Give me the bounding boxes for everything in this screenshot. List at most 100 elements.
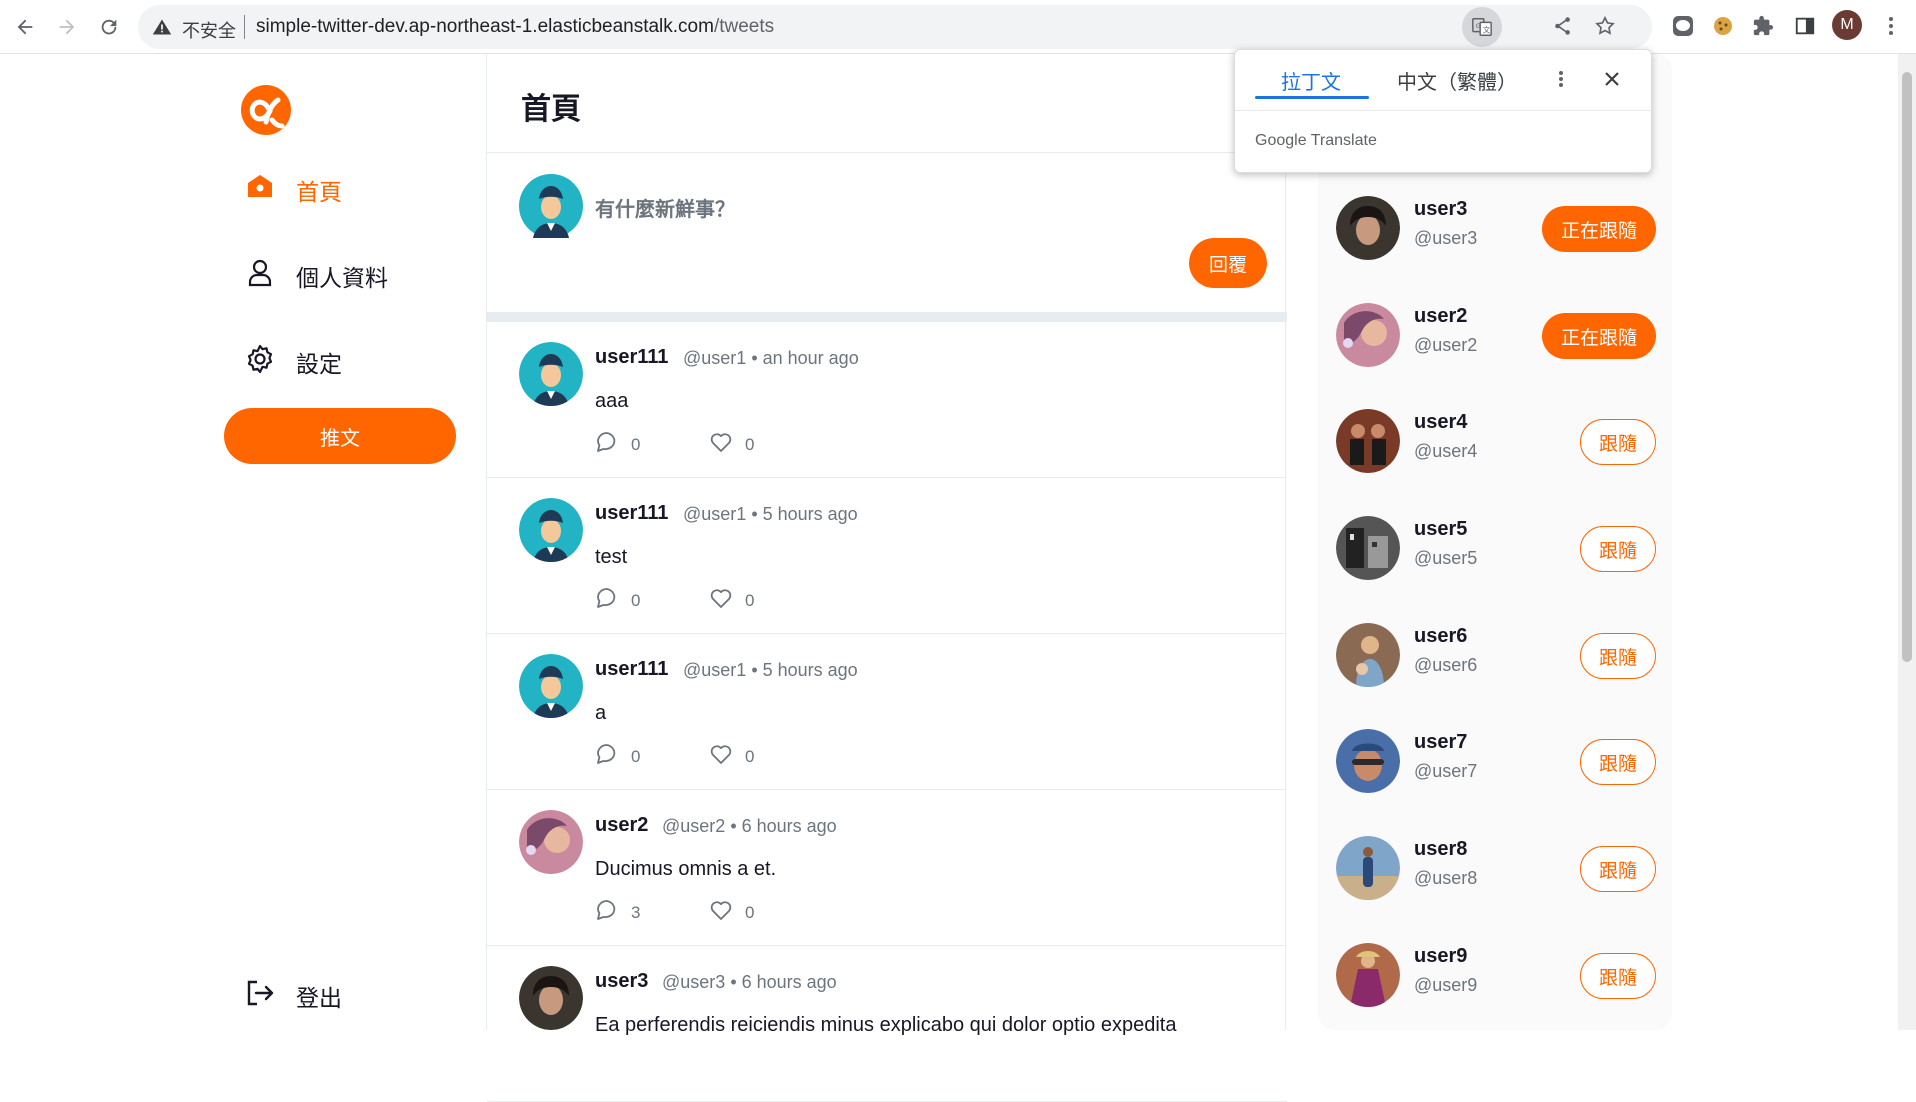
- recommend-user[interactable]: user7 @user7 跟隨: [1336, 721, 1656, 801]
- extensions-icon[interactable]: [1748, 11, 1778, 41]
- reply-count: 0: [631, 746, 641, 766]
- tweet-author-name[interactable]: user111: [595, 346, 668, 369]
- tweet-button[interactable]: 推文: [224, 408, 456, 464]
- user-name[interactable]: user7: [1414, 731, 1467, 754]
- tweet-item[interactable]: user2 @user2 • 6 hours ago Ducimus omnis…: [487, 790, 1287, 946]
- user-name[interactable]: user4: [1414, 411, 1467, 434]
- tweet-meta: @user3 • 6 hours ago: [662, 972, 837, 992]
- avatar[interactable]: [1336, 836, 1400, 900]
- like-action[interactable]: 0: [709, 898, 754, 927]
- reply-action[interactable]: 0: [595, 586, 640, 615]
- follow-button[interactable]: 跟隨: [1580, 953, 1656, 999]
- recommend-user[interactable]: user2 @user2 正在跟隨: [1336, 295, 1656, 375]
- profile-avatar[interactable]: M: [1832, 10, 1862, 40]
- close-icon[interactable]: [1597, 64, 1627, 94]
- tweet-author-name[interactable]: user3: [595, 970, 648, 993]
- tweet-time: 5 hours ago: [762, 504, 858, 524]
- logout-button[interactable]: 登出: [244, 976, 342, 1016]
- recommend-panel: user3 @user3 正在跟隨 user2 @user2 正在跟隨 user…: [1318, 54, 1672, 1030]
- like-action[interactable]: 0: [709, 430, 754, 459]
- avatar[interactable]: [1336, 516, 1400, 580]
- following-button[interactable]: 正在跟隨: [1542, 313, 1656, 359]
- recommend-user[interactable]: user5 @user5 跟隨: [1336, 508, 1656, 588]
- star-icon[interactable]: [1594, 15, 1618, 39]
- divider: [1235, 110, 1651, 111]
- tab-latin[interactable]: 拉丁文: [1281, 66, 1341, 95]
- forward-icon[interactable]: [50, 10, 84, 44]
- like-action[interactable]: 0: [709, 742, 754, 771]
- avatar[interactable]: [1336, 623, 1400, 687]
- user-name[interactable]: user9: [1414, 945, 1467, 968]
- avatar[interactable]: [519, 810, 583, 874]
- reply-action[interactable]: 0: [595, 430, 640, 459]
- heart-icon: [709, 430, 733, 459]
- active-tab-indicator: [1255, 96, 1369, 99]
- follow-button[interactable]: 跟隨: [1580, 846, 1656, 892]
- scrollbar[interactable]: [1898, 54, 1916, 1030]
- scrollbar-thumb[interactable]: [1902, 72, 1912, 662]
- more-options-icon[interactable]: [1549, 64, 1573, 94]
- tweet-handle: @user2: [662, 816, 726, 836]
- separator: [244, 15, 245, 39]
- menu-icon[interactable]: [1876, 11, 1906, 41]
- reply-action[interactable]: 3: [595, 898, 640, 927]
- tweet-item[interactable]: user3 @user3 • 6 hours ago Ea perferendi…: [487, 946, 1287, 1102]
- user-name[interactable]: user5: [1414, 518, 1467, 541]
- avatar[interactable]: [1336, 409, 1400, 473]
- sidebar-item-home[interactable]: 首頁: [244, 170, 342, 210]
- tweet-author-name[interactable]: user111: [595, 658, 668, 681]
- avatar[interactable]: [1336, 303, 1400, 367]
- avatar[interactable]: [519, 498, 583, 562]
- tweet-author-name[interactable]: user2: [595, 814, 648, 837]
- tab-chinese-traditional[interactable]: 中文（繁體）: [1397, 66, 1517, 95]
- user-name[interactable]: user2: [1414, 305, 1467, 328]
- tweet-item[interactable]: user111 @user1 • an hour ago aaa 0 0: [487, 322, 1287, 478]
- recommend-user[interactable]: user4 @user4 跟隨: [1336, 401, 1656, 481]
- recommend-user[interactable]: user8 @user8 跟隨: [1336, 828, 1656, 908]
- avatar[interactable]: [519, 174, 583, 238]
- follow-button[interactable]: 跟隨: [1580, 419, 1656, 465]
- url-text[interactable]: simple-twitter-dev.ap-northeast-1.elasti…: [256, 16, 774, 38]
- cookie-icon[interactable]: [1708, 11, 1738, 41]
- follow-button[interactable]: 跟隨: [1580, 633, 1656, 679]
- user-name[interactable]: user6: [1414, 625, 1467, 648]
- avatar[interactable]: [519, 654, 583, 718]
- reply-action[interactable]: 0: [595, 742, 640, 771]
- tweet-meta: @user2 • 6 hours ago: [662, 816, 837, 836]
- recommend-user[interactable]: user3 @user3 正在跟隨: [1336, 188, 1656, 268]
- compose-input[interactable]: 有什麼新鮮事？: [595, 193, 735, 222]
- share-icon[interactable]: [1552, 15, 1576, 39]
- back-icon[interactable]: [8, 10, 42, 44]
- tweet-item[interactable]: user111 @user1 • 5 hours ago a 0 0: [487, 634, 1287, 790]
- warning-icon: [152, 17, 172, 42]
- tweet-item[interactable]: user111 @user1 • 5 hours ago test 0 0: [487, 478, 1287, 634]
- url-path: /tweets: [713, 16, 775, 37]
- sidebar-item-settings[interactable]: 設定: [244, 342, 342, 382]
- tweet-time: 6 hours ago: [741, 816, 837, 836]
- tweet-author-name[interactable]: user111: [595, 502, 668, 525]
- logo-icon[interactable]: [238, 82, 294, 138]
- sidepanel-icon[interactable]: [1790, 11, 1820, 41]
- security-label[interactable]: 不安全: [182, 17, 236, 43]
- sidebar-item-profile[interactable]: 個人資料: [244, 256, 388, 296]
- user-name[interactable]: user8: [1414, 838, 1467, 861]
- line-extension-icon[interactable]: [1668, 11, 1698, 41]
- reply-button[interactable]: 回覆: [1189, 238, 1267, 288]
- recommend-user[interactable]: user6 @user6 跟隨: [1336, 615, 1656, 695]
- following-button[interactable]: 正在跟隨: [1542, 206, 1656, 252]
- follow-button[interactable]: 跟隨: [1580, 526, 1656, 572]
- recommend-user[interactable]: user9 @user9 跟隨: [1336, 935, 1656, 1015]
- like-action[interactable]: 0: [709, 586, 754, 615]
- address-bar[interactable]: 不安全 simple-twitter-dev.ap-northeast-1.el…: [138, 5, 1652, 49]
- avatar[interactable]: [1336, 196, 1400, 260]
- reload-icon[interactable]: [92, 10, 126, 44]
- avatar[interactable]: [1336, 729, 1400, 793]
- user-handle: @user4: [1414, 441, 1478, 461]
- sidebar-item-label: 設定: [296, 351, 342, 377]
- translate-icon[interactable]: G文: [1462, 7, 1502, 47]
- follow-button[interactable]: 跟隨: [1580, 739, 1656, 785]
- avatar[interactable]: [1336, 943, 1400, 1007]
- avatar[interactable]: [519, 966, 583, 1030]
- user-name[interactable]: user3: [1414, 198, 1467, 221]
- avatar[interactable]: [519, 342, 583, 406]
